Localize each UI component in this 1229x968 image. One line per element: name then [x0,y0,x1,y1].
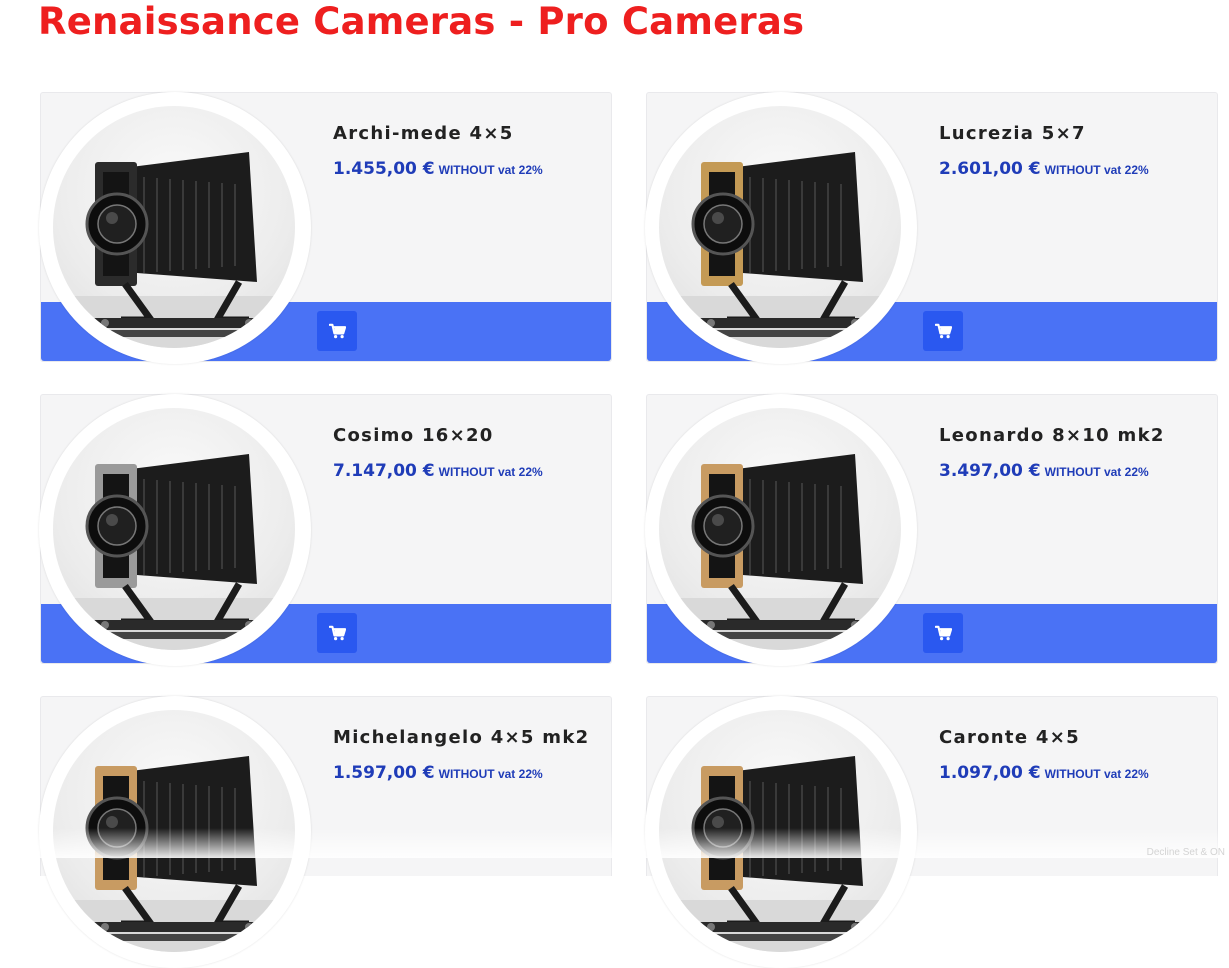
product-image[interactable] [53,408,295,650]
product-image-frame [39,92,311,364]
product-name[interactable]: Archi-mede 4×5 [333,123,514,144]
product-image-frame [39,696,311,968]
product-image[interactable] [659,106,901,348]
product-card[interactable]: Archi-mede 4×5 1.455,00 € WITHOUT vat 22% [39,92,612,364]
product-image-frame [645,92,917,364]
product-card[interactable]: Cosimo 16×20 7.147,00 € WITHOUT vat 22% [39,394,612,666]
product-card[interactable]: Caronte 4×5 1.097,00 € WITHOUT vat 22% [645,696,1218,968]
product-name[interactable]: Caronte 4×5 [939,727,1080,748]
price-line: 3.497,00 € WITHOUT vat 22% [939,461,1149,481]
product-price: 1.097,00 € [939,763,1041,783]
vat-note: WITHOUT vat 22% [438,163,543,177]
product-price: 2.601,00 € [939,159,1041,179]
product-image[interactable] [659,408,901,650]
product-name[interactable]: Michelangelo 4×5 mk2 [333,727,589,748]
watermark-text: Decline Set & ON [1146,847,1225,858]
product-image[interactable] [53,106,295,348]
product-card[interactable]: Michelangelo 4×5 mk2 1.597,00 € WITHOUT va… [39,696,612,968]
vat-note: WITHOUT vat 22% [1044,465,1149,479]
product-image-frame [39,394,311,666]
product-card[interactable]: Leonardo 8×10 mk2 3.497,00 € WITHOUT vat 2… [645,394,1218,666]
add-to-cart-button[interactable] [923,311,963,351]
vat-note: WITHOUT vat 22% [1044,767,1149,781]
product-image-frame [645,394,917,666]
price-line: 7.147,00 € WITHOUT vat 22% [333,461,543,481]
shopping-cart-icon [934,625,952,641]
product-price: 7.147,00 € [333,461,435,481]
product-price: 1.455,00 € [333,159,435,179]
product-image[interactable] [53,710,295,952]
shopping-cart-icon [328,323,346,339]
shopping-cart-icon [328,625,346,641]
product-price: 1.597,00 € [333,763,435,783]
price-line: 1.097,00 € WITHOUT vat 22% [939,763,1149,783]
product-name[interactable]: Leonardo 8×10 mk2 [939,425,1165,446]
shopping-cart-icon [934,323,952,339]
price-line: 1.597,00 € WITHOUT vat 22% [333,763,543,783]
price-line: 1.455,00 € WITHOUT vat 22% [333,159,543,179]
vat-note: WITHOUT vat 22% [438,465,543,479]
product-name[interactable]: Lucrezia 5×7 [939,123,1086,144]
product-card[interactable]: Lucrezia 5×7 2.601,00 € WITHOUT vat 22% [645,92,1218,364]
add-to-cart-button[interactable] [317,311,357,351]
product-image[interactable] [659,710,901,952]
vat-note: WITHOUT vat 22% [438,767,543,781]
product-price: 3.497,00 € [939,461,1041,481]
price-line: 2.601,00 € WITHOUT vat 22% [939,159,1149,179]
add-to-cart-button[interactable] [317,613,357,653]
vat-note: WITHOUT vat 22% [1044,163,1149,177]
page-title: Renaissance Cameras - Pro Cameras [38,0,805,43]
add-to-cart-button[interactable] [923,613,963,653]
product-image-frame [645,696,917,968]
product-name[interactable]: Cosimo 16×20 [333,425,494,446]
